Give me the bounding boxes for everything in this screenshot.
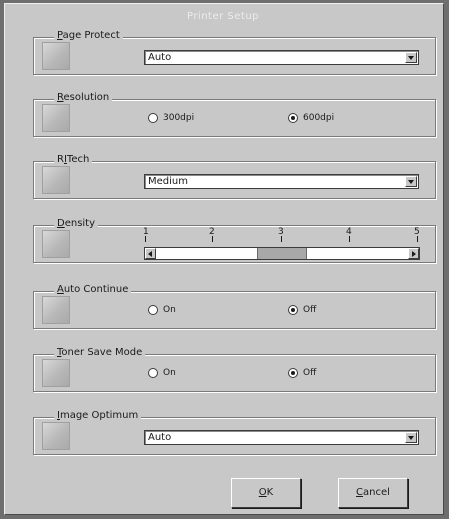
ritech-group: RITech Medium — [33, 154, 436, 199]
page-protect-label: Page Protect — [54, 30, 123, 41]
toner-save-icon — [42, 359, 70, 387]
resolution-icon — [42, 104, 70, 132]
density-label: Density — [54, 218, 99, 229]
auto-continue-on-radio[interactable]: On — [148, 305, 176, 315]
toner-save-off-label: Off — [303, 368, 317, 378]
resolution-label: Resolution — [54, 92, 113, 103]
toner-save-on-radio[interactable]: On — [148, 368, 176, 378]
radio-off[interactable] — [288, 305, 298, 315]
cancel-button[interactable]: Cancel — [338, 478, 408, 508]
auto-continue-off-radio[interactable]: Off — [288, 305, 316, 315]
arrow-left-icon[interactable] — [145, 248, 156, 259]
chevron-down-icon[interactable] — [405, 176, 417, 187]
density-scale: 1 2 3 4 5 — [143, 227, 420, 243]
tick-mark — [349, 236, 350, 242]
resolution-300dpi-radio[interactable]: 300dpi — [148, 113, 194, 123]
ritech-label: RITech — [54, 154, 93, 165]
resolution-600dpi-label: 600dpi — [303, 113, 335, 123]
tick-mark — [212, 236, 213, 242]
image-optimum-value: Auto — [148, 432, 172, 443]
radio-on[interactable] — [148, 368, 158, 378]
auto-continue-label: Auto Continue — [54, 284, 132, 295]
image-optimum-select[interactable]: Auto — [144, 430, 419, 445]
image-optimum-icon — [42, 422, 70, 450]
printer-setup-dialog: Printer Setup Page Protect Auto Resoluti… — [4, 3, 444, 515]
chevron-down-icon[interactable] — [405, 432, 417, 443]
page-protect-select[interactable]: Auto — [144, 50, 419, 65]
page-protect-group: Page Protect Auto — [33, 30, 436, 75]
radio-600dpi[interactable] — [288, 113, 298, 123]
toner-save-group: Toner Save Mode On Off — [33, 347, 436, 392]
auto-continue-group: Auto Continue On Off — [33, 284, 436, 329]
toner-save-on-label: On — [163, 368, 176, 378]
density-group: Density 1 2 3 4 5 — [33, 218, 436, 263]
tick-mark — [417, 236, 418, 242]
ritech-icon — [42, 166, 70, 194]
arrow-right-icon[interactable] — [408, 248, 419, 259]
tick-mark — [145, 236, 146, 242]
image-optimum-group: Image Optimum Auto — [33, 410, 436, 455]
tick-mark — [281, 236, 282, 242]
ritech-select[interactable]: Medium — [144, 174, 419, 189]
window-title: Printer Setup — [9, 8, 437, 26]
ritech-value: Medium — [148, 176, 188, 187]
toner-save-off-radio[interactable]: Off — [288, 368, 316, 378]
density-slider[interactable] — [144, 247, 420, 260]
radio-off[interactable] — [288, 368, 298, 378]
toner-save-label: Toner Save Mode — [54, 347, 146, 358]
auto-continue-off-label: Off — [303, 305, 317, 315]
page-protect-icon — [42, 42, 70, 70]
auto-continue-on-label: On — [163, 305, 176, 315]
chevron-down-icon[interactable] — [405, 52, 417, 63]
ok-button[interactable]: OK — [231, 478, 301, 508]
auto-continue-icon — [42, 296, 70, 324]
density-slider-thumb[interactable] — [257, 248, 307, 259]
image-optimum-label: Image Optimum — [54, 410, 142, 421]
resolution-300dpi-label: 300dpi — [163, 113, 195, 123]
resolution-600dpi-radio[interactable]: 600dpi — [288, 113, 334, 123]
radio-300dpi[interactable] — [148, 113, 158, 123]
resolution-group: Resolution 300dpi 600dpi — [33, 92, 436, 137]
density-icon — [42, 230, 70, 258]
page-protect-value: Auto — [148, 52, 172, 63]
radio-on[interactable] — [148, 305, 158, 315]
